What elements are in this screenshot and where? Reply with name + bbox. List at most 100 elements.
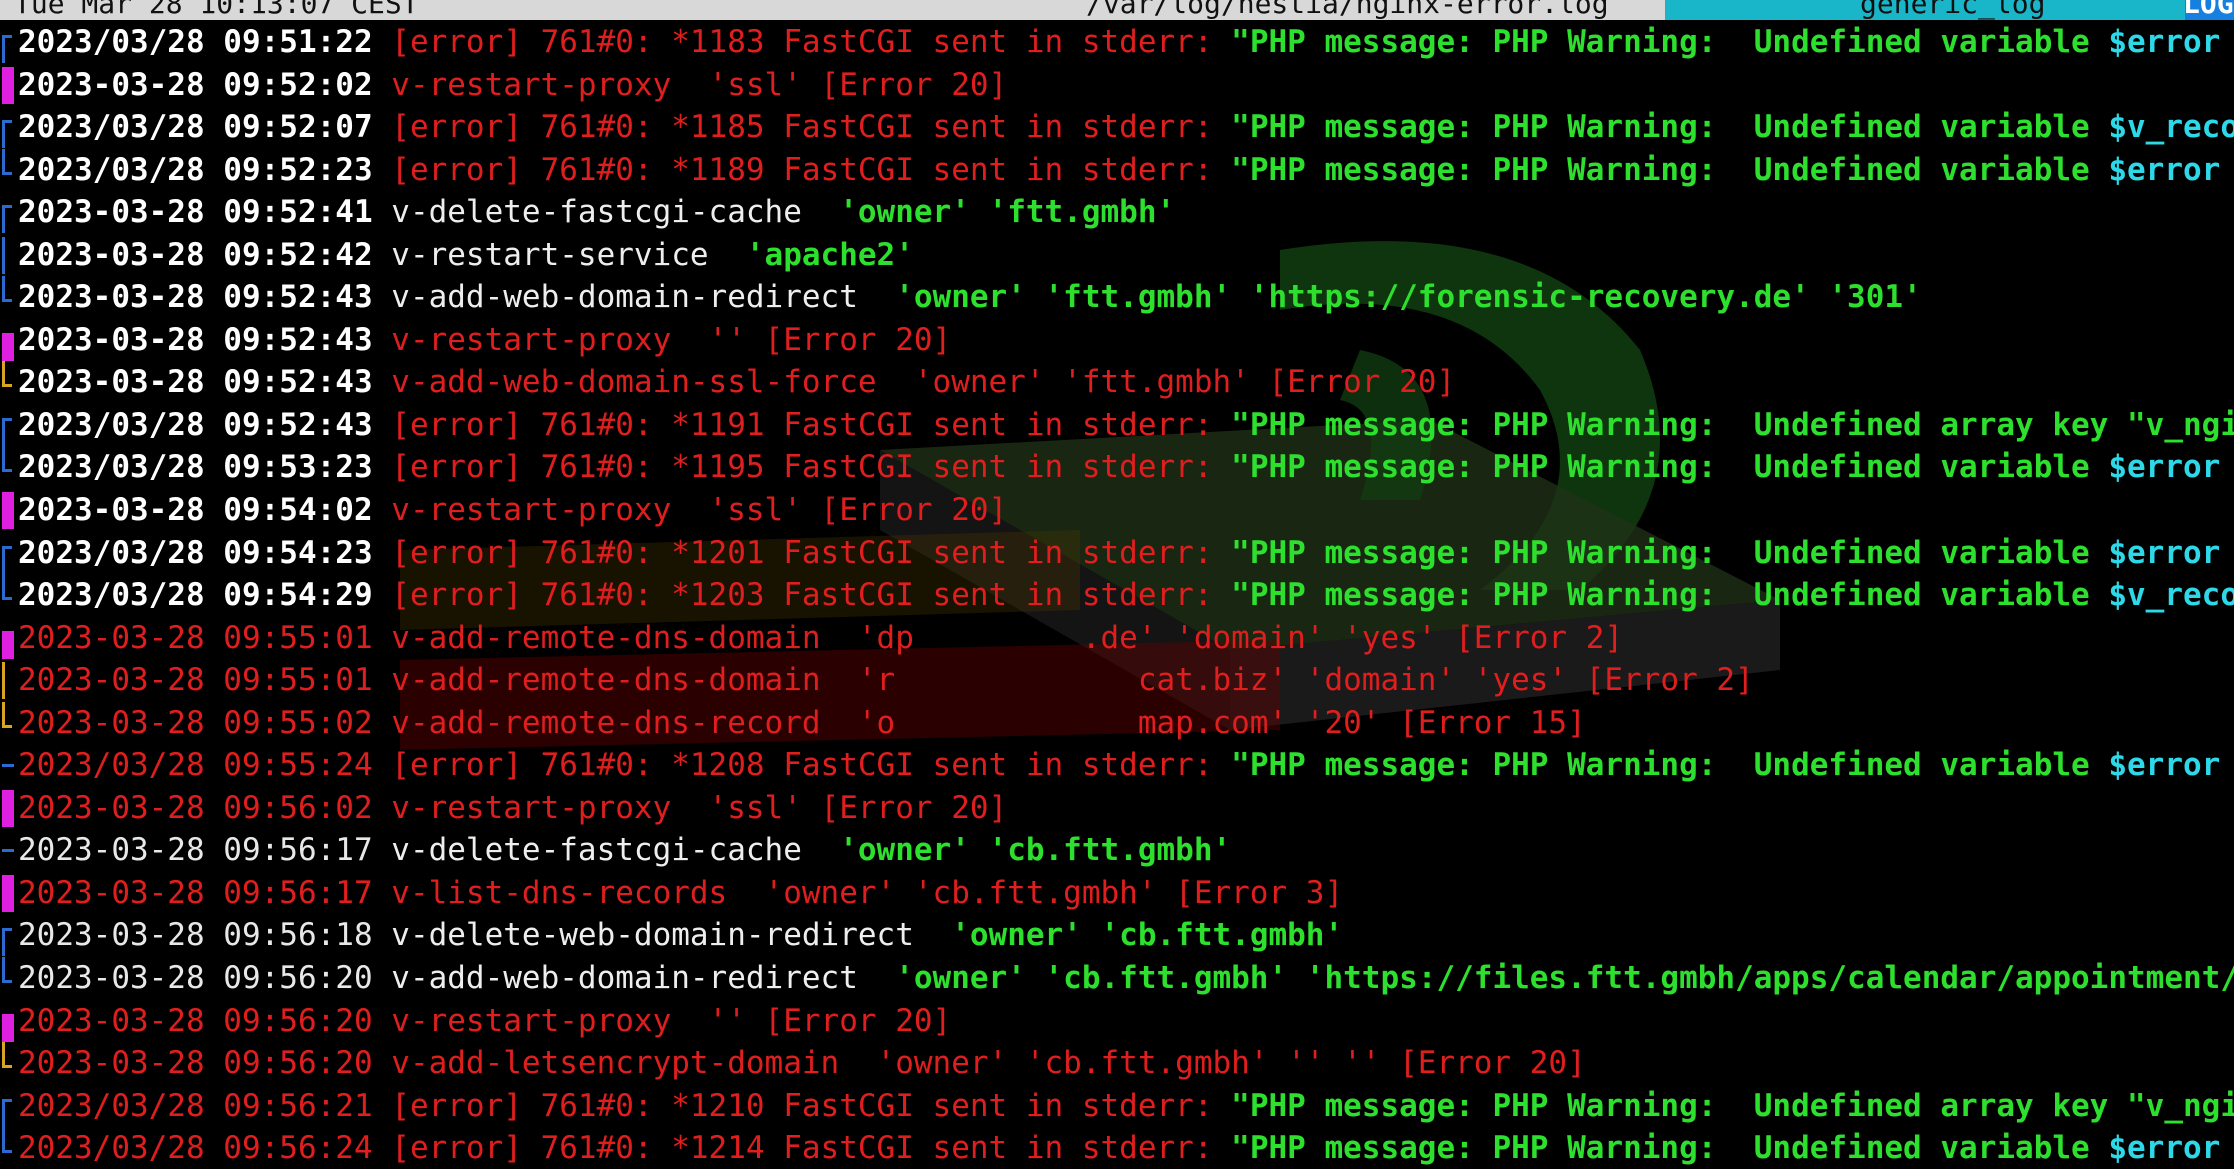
log-timestamp: 2023-03-28 09:56:20 xyxy=(18,960,392,997)
log-line-text: 2023/03/28 09:52:43 [error] 761#0: *1191… xyxy=(18,404,2234,447)
line-group-marker xyxy=(2,492,14,530)
log-line-text: 2023-03-28 09:55:01 v-add-remote-dns-dom… xyxy=(18,617,1623,660)
log-line[interactable]: 2023-03-28 09:52:42 v-restart-service 'a… xyxy=(0,234,2234,277)
log-segment-green: 'owner' 'ftt.gmbh' 'https://forensic-rec… xyxy=(895,279,1922,316)
line-group-marker xyxy=(2,630,14,659)
log-segment-green: "PHP message: PHP Warning: Undefined var… xyxy=(1231,109,2109,146)
log-line-text: 2023-03-28 09:55:01 v-add-remote-dns-dom… xyxy=(18,659,1754,702)
log-line[interactable]: 2023-03-28 09:56:20 v-add-letsencrypt-do… xyxy=(0,1042,2234,1085)
log-segment-cyan: $error i xyxy=(2108,534,2221,571)
log-timestamp: 2023-03-28 09:55:01 xyxy=(18,619,392,656)
line-group-marker xyxy=(2,789,14,827)
log-segment-green: 'owner' 'cb.ftt.gmbh' 'https://files.ftt… xyxy=(895,960,2234,997)
log-segment-green: "PHP message: PHP Warning: Undefined var… xyxy=(1231,1130,2109,1167)
log-segment-red: v-restart-proxy 'ssl' [Error 20] xyxy=(391,789,1008,826)
log-segment-green: "PHP message: PHP Warning: Undefined arr… xyxy=(1231,406,2234,443)
log-line[interactable]: 2023-03-28 09:56:17 v-list-dns-records '… xyxy=(0,872,2234,915)
log-segment-red: [error] 761#0: *1183 FastCGI sent in std… xyxy=(391,24,1232,60)
log-segment-green: 'owner' 'cb.ftt.gmbh' xyxy=(839,832,1232,869)
line-group-marker xyxy=(2,205,12,234)
log-segment-white: v-add-web-domain-redirect xyxy=(391,960,896,997)
log-line-text: 2023/03/28 09:52:23 [error] 761#0: *1189… xyxy=(18,149,2234,192)
log-segment-red: v-add-remote-dns-record 'o map.com' '20'… xyxy=(391,704,1586,741)
log-segment-green: 'apache2' xyxy=(745,236,914,273)
log-timestamp: 2023/03/28 09:51:22 xyxy=(18,24,392,60)
status-time: Tue Mar 28 10:13:07 CEST xyxy=(14,0,419,20)
log-timestamp: 2023-03-28 09:52:41 xyxy=(18,194,392,231)
log-line[interactable]: 2023/03/28 09:53:23 [error] 761#0: *1195… xyxy=(0,446,2234,489)
log-line-text: 2023-03-28 09:56:17 v-list-dns-records '… xyxy=(18,872,1343,915)
log-line-text: 2023/03/28 09:55:24 [error] 761#0: *1208… xyxy=(18,744,2234,787)
log-line[interactable]: 2023/03/28 09:51:22 [error] 761#0: *1183… xyxy=(0,21,2234,64)
log-line[interactable]: 2023-03-28 09:55:01 v-add-remote-dns-dom… xyxy=(0,617,2234,660)
log-segment-red: [error] 761#0: *1195 FastCGI sent in std… xyxy=(391,449,1232,486)
log-segment-green: "PHP message: PHP Warning: Undefined var… xyxy=(1231,747,2109,784)
log-segment-red: [error] 761#0: *1201 FastCGI sent in std… xyxy=(391,534,1232,571)
log-line[interactable]: 2023-03-28 09:55:01 v-add-remote-dns-dom… xyxy=(0,659,2234,702)
log-line-text: 2023-03-28 09:52:43 v-add-web-domain-red… xyxy=(18,276,1922,319)
log-segment-red: v-add-remote-dns-domain 'r cat.biz' 'dom… xyxy=(391,662,1754,699)
log-segment-red: v-add-letsencrypt-domain 'owner' 'cb.ftt… xyxy=(391,1045,1586,1082)
log-segment-cyan: $error i xyxy=(2108,151,2221,188)
log-segment-red: [error] 761#0: *1208 FastCGI sent in std… xyxy=(391,747,1232,784)
line-group-marker xyxy=(2,35,12,63)
log-line[interactable]: 2023/03/28 09:56:24 [error] 761#0: *1214… xyxy=(0,1127,2234,1169)
log-line[interactable]: 2023/03/28 09:54:29 [error] 761#0: *1203… xyxy=(0,574,2234,617)
log-line[interactable]: 2023-03-28 09:52:43 v-restart-proxy '' [… xyxy=(0,319,2234,362)
line-group-marker xyxy=(2,236,12,274)
log-line[interactable]: 2023-03-28 09:52:43 v-add-web-domain-red… xyxy=(0,276,2234,319)
log-line[interactable]: 2023/03/28 09:55:24 [error] 761#0: *1208… xyxy=(0,744,2234,787)
log-line[interactable]: 2023-03-28 09:52:02 v-restart-proxy 'ssl… xyxy=(0,64,2234,107)
log-line[interactable]: 2023-03-28 09:52:43 v-add-web-domain-ssl… xyxy=(0,361,2234,404)
log-timestamp: 2023/03/28 09:56:21 xyxy=(18,1087,392,1124)
log-line-text: 2023-03-28 09:52:42 v-restart-service 'a… xyxy=(18,234,914,277)
line-group-marker xyxy=(2,332,14,361)
log-line-text: 2023/03/28 09:54:23 [error] 761#0: *1201… xyxy=(18,532,2234,575)
log-segment-cyan: $v_recor xyxy=(2108,109,2234,146)
log-segment-white: v-restart-service xyxy=(391,236,746,273)
log-line[interactable]: 2023-03-28 09:56:20 v-add-web-domain-red… xyxy=(0,957,2234,1000)
log-segment-green: 'owner' 'cb.ftt.gmbh' xyxy=(951,917,1344,954)
log-segment-red: v-restart-proxy '' [Error 20] xyxy=(391,1002,952,1039)
line-group-marker xyxy=(2,662,12,700)
log-line[interactable]: 2023-03-28 09:56:18 v-delete-web-domain-… xyxy=(0,914,2234,957)
log-line[interactable]: 2023/03/28 09:56:21 [error] 761#0: *1210… xyxy=(0,1085,2234,1128)
log-line[interactable]: 2023/03/28 09:54:23 [error] 761#0: *1201… xyxy=(0,532,2234,575)
log-line[interactable]: 2023/03/28 09:52:07 [error] 761#0: *1185… xyxy=(0,106,2234,149)
log-line-text: 2023/03/28 09:56:24 [error] 761#0: *1214… xyxy=(18,1127,2234,1169)
log-line[interactable]: 2023-03-28 09:52:41 v-delete-fastcgi-cac… xyxy=(0,191,2234,234)
log-timestamp: 2023-03-28 09:55:02 xyxy=(18,704,392,741)
line-group-marker xyxy=(2,874,14,912)
log-segment-green: "PHP message: PHP Warning: Undefined var… xyxy=(1231,449,2109,486)
log-line-text: 2023/03/28 09:56:21 [error] 761#0: *1210… xyxy=(18,1085,2234,1128)
log-line[interactable]: 2023/03/28 09:52:43 [error] 761#0: *1191… xyxy=(0,404,2234,447)
log-segment-cyan: $error i xyxy=(2108,1130,2221,1167)
log-line-text: 2023-03-28 09:56:20 v-add-web-domain-red… xyxy=(18,957,2234,1000)
log-timestamp: 2023/03/28 09:55:24 xyxy=(18,747,392,784)
status-format-badge: generic_log xyxy=(1665,0,2185,20)
log-line-text: 2023/03/28 09:52:07 [error] 761#0: *1185… xyxy=(18,106,2234,149)
terminal-window[interactable]: Tue Mar 28 10:13:07 CEST /var/log/hestia… xyxy=(0,0,2234,1169)
line-group-marker xyxy=(2,849,14,853)
log-segment-green: "PHP message: PHP Warning: Undefined var… xyxy=(1231,151,2109,188)
log-line[interactable]: 2023/03/28 09:52:23 [error] 761#0: *1189… xyxy=(0,148,2234,192)
log-segment-green: "PHP message: PHP Warning: Undefined var… xyxy=(1231,577,2109,614)
log-line[interactable]: 2023-03-28 09:56:02 v-restart-proxy 'ssl… xyxy=(0,787,2234,830)
log-timestamp: 2023-03-28 09:52:43 xyxy=(18,279,392,316)
log-line-text: 2023/03/28 09:53:23 [error] 761#0: *1195… xyxy=(18,446,2234,489)
log-line[interactable]: 2023-03-28 09:55:02 v-add-remote-dns-rec… xyxy=(0,701,2234,745)
line-group-marker xyxy=(2,957,12,984)
log-line-text: 2023-03-28 09:52:43 v-add-web-domain-ssl… xyxy=(18,361,1455,404)
log-view[interactable]: 2023/03/28 09:51:22 [error] 761#0: *1183… xyxy=(0,21,2234,1169)
log-timestamp: 2023-03-28 09:54:02 xyxy=(18,492,392,529)
log-segment-red: v-restart-proxy 'ssl' [Error 20] xyxy=(391,492,1008,529)
log-line[interactable]: 2023-03-28 09:56:20 v-restart-proxy '' [… xyxy=(0,1000,2234,1043)
line-group-marker xyxy=(2,148,12,175)
log-segment-red: [error] 761#0: *1210 FastCGI sent in std… xyxy=(391,1087,1232,1124)
log-line[interactable]: 2023-03-28 09:54:02 v-restart-proxy 'ssl… xyxy=(0,489,2234,532)
log-segment-red: v-restart-proxy 'ssl' [Error 20] xyxy=(391,66,1008,103)
log-line-text: 2023-03-28 09:52:43 v-restart-proxy '' [… xyxy=(18,319,951,362)
log-segment-red: [error] 761#0: *1185 FastCGI sent in std… xyxy=(391,109,1232,146)
log-line-text: 2023-03-28 09:52:02 v-restart-proxy 'ssl… xyxy=(18,64,1007,107)
log-line[interactable]: 2023-03-28 09:56:17 v-delete-fastcgi-cac… xyxy=(0,829,2234,872)
